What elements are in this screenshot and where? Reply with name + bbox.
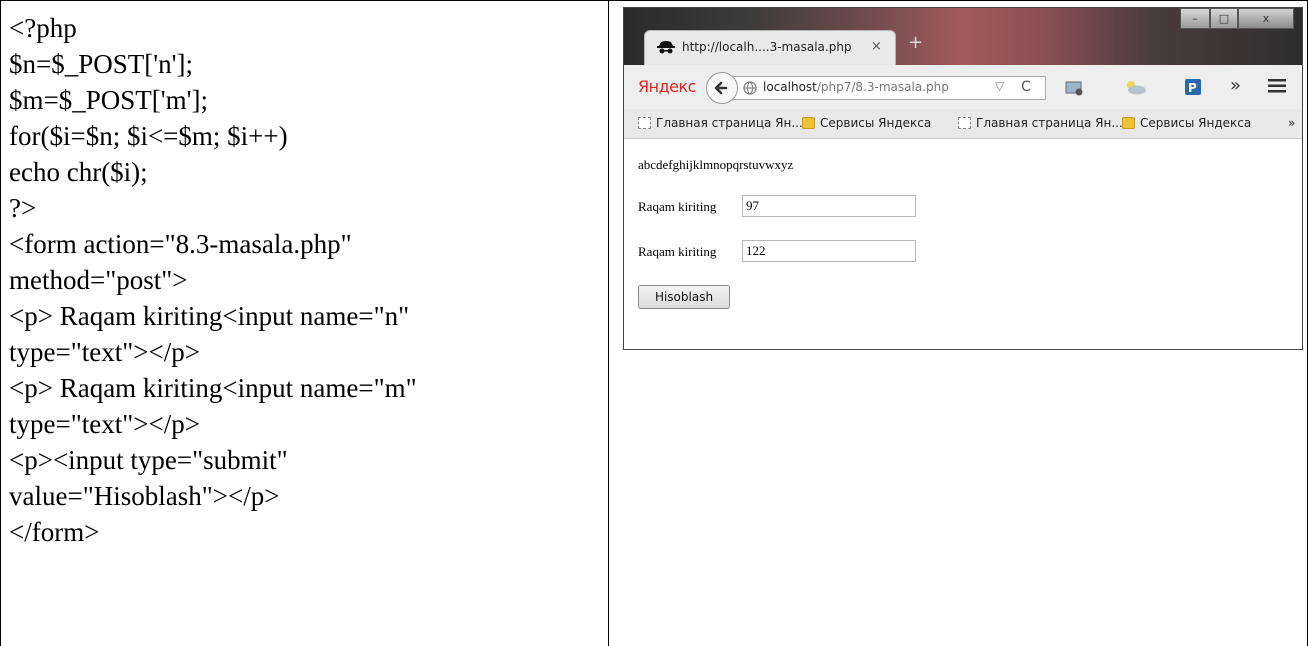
code-line: type="text"></p>	[9, 337, 200, 367]
history-dropdown-icon[interactable]: ▽	[995, 79, 1004, 93]
tab-close-icon[interactable]: ×	[871, 39, 882, 54]
php-code-block: <?php $n=$_POST['n']; $m=$_POST['m']; fo…	[9, 10, 599, 550]
browser-tab[interactable]: http://localh....3-masala.php ×	[644, 30, 896, 65]
page-content: abcdefghijklmnopqrstuvwxyz Raqam kiritin…	[624, 139, 1302, 349]
code-line: value="Hisoblash"></p>	[9, 481, 280, 511]
navigation-bar: Яндекс localhost/php7/8.3-masala.php ▽ C	[624, 65, 1302, 109]
submit-button[interactable]: Hisoblash	[638, 285, 730, 309]
bookmarks-bar: Главная страница Ян... Сервисы Яндекса Г…	[624, 109, 1302, 139]
output-text: abcdefghijklmnopqrstuvwxyz	[638, 157, 794, 172]
back-arrow-icon	[714, 81, 728, 95]
table-border-top	[0, 0, 1308, 1]
incognito-icon	[657, 41, 675, 54]
window-controls: – □ x	[1180, 8, 1300, 30]
code-line: <p> Raqam kiriting<input name="n"	[9, 301, 410, 331]
input-n[interactable]: 97	[742, 195, 916, 217]
input-m[interactable]: 122	[742, 240, 916, 262]
title-bar: – □ x http://localh....3-masala.php × +	[624, 8, 1302, 65]
table-border-left	[0, 0, 1, 646]
code-line: ?>	[9, 193, 37, 223]
page-icon	[638, 117, 651, 129]
bookmark-label: Сервисы Яндекса	[820, 116, 932, 130]
code-line: method="post">	[9, 265, 188, 295]
extension-p-icon[interactable]: P	[1184, 78, 1204, 96]
code-line: $m=$_POST['m'];	[9, 85, 208, 115]
folder-icon	[802, 117, 815, 129]
bookmark-item[interactable]: Сервисы Яндекса	[802, 116, 931, 130]
url-host: localhost	[763, 80, 817, 94]
bookmark-label: Главная страница Ян...	[976, 116, 1123, 130]
code-line: <?php	[9, 13, 77, 43]
bookmark-label: Главная страница Ян...	[656, 116, 803, 130]
bookmark-item[interactable]: Сервисы Яндекса	[1122, 116, 1251, 130]
folder-icon	[1122, 117, 1135, 129]
bookmark-item[interactable]: Главная страница Ян...	[958, 116, 1123, 130]
address-bar[interactable]: localhost/php7/8.3-masala.php ▽ C	[732, 76, 1046, 100]
field-label-m: Raqam kiriting	[638, 244, 717, 259]
code-line: type="text"></p>	[9, 409, 200, 439]
globe-icon	[743, 81, 757, 95]
table-border-divider	[608, 0, 609, 646]
browser-window: – □ x http://localh....3-masala.php × + …	[623, 7, 1303, 350]
tab-title: http://localh....3-masala.php	[682, 40, 852, 54]
close-window-button[interactable]: x	[1238, 8, 1294, 29]
reload-icon[interactable]: C	[1021, 79, 1031, 95]
code-line: $n=$_POST['n'];	[9, 49, 193, 79]
code-line: echo chr($i);	[9, 157, 148, 187]
weather-icon[interactable]	[1122, 78, 1148, 96]
minimize-button[interactable]: –	[1180, 8, 1210, 29]
toolbar-overflow-icon[interactable]: »	[1230, 75, 1241, 96]
bookmarks-overflow-icon[interactable]: »	[1288, 116, 1295, 130]
bookmark-label: Сервисы Яндекса	[1140, 116, 1252, 130]
code-line: </form>	[9, 517, 100, 547]
code-line: <p> Raqam kiriting<input name="m"	[9, 373, 417, 403]
yandex-logo[interactable]: Яндекс	[638, 77, 696, 96]
mail-icon[interactable]	[1064, 78, 1084, 96]
field-label-n: Raqam kiriting	[638, 199, 717, 214]
url-path: /php7/8.3-masala.php	[816, 80, 949, 94]
back-button[interactable]	[706, 72, 738, 104]
url-text: localhost/php7/8.3-masala.php	[763, 80, 949, 94]
bookmark-item[interactable]: Главная страница Ян...	[638, 116, 803, 130]
menu-icon[interactable]	[1268, 79, 1286, 93]
code-line: <form action="8.3-masala.php"	[9, 229, 352, 259]
code-line: for($i=$n; $i<=$m; $i++)	[9, 121, 288, 151]
new-tab-button[interactable]: +	[908, 32, 923, 53]
code-line: <p><input type="submit"	[9, 445, 288, 475]
page-icon	[958, 117, 971, 129]
svg-text:P: P	[1188, 81, 1197, 95]
maximize-button[interactable]: □	[1210, 8, 1238, 29]
